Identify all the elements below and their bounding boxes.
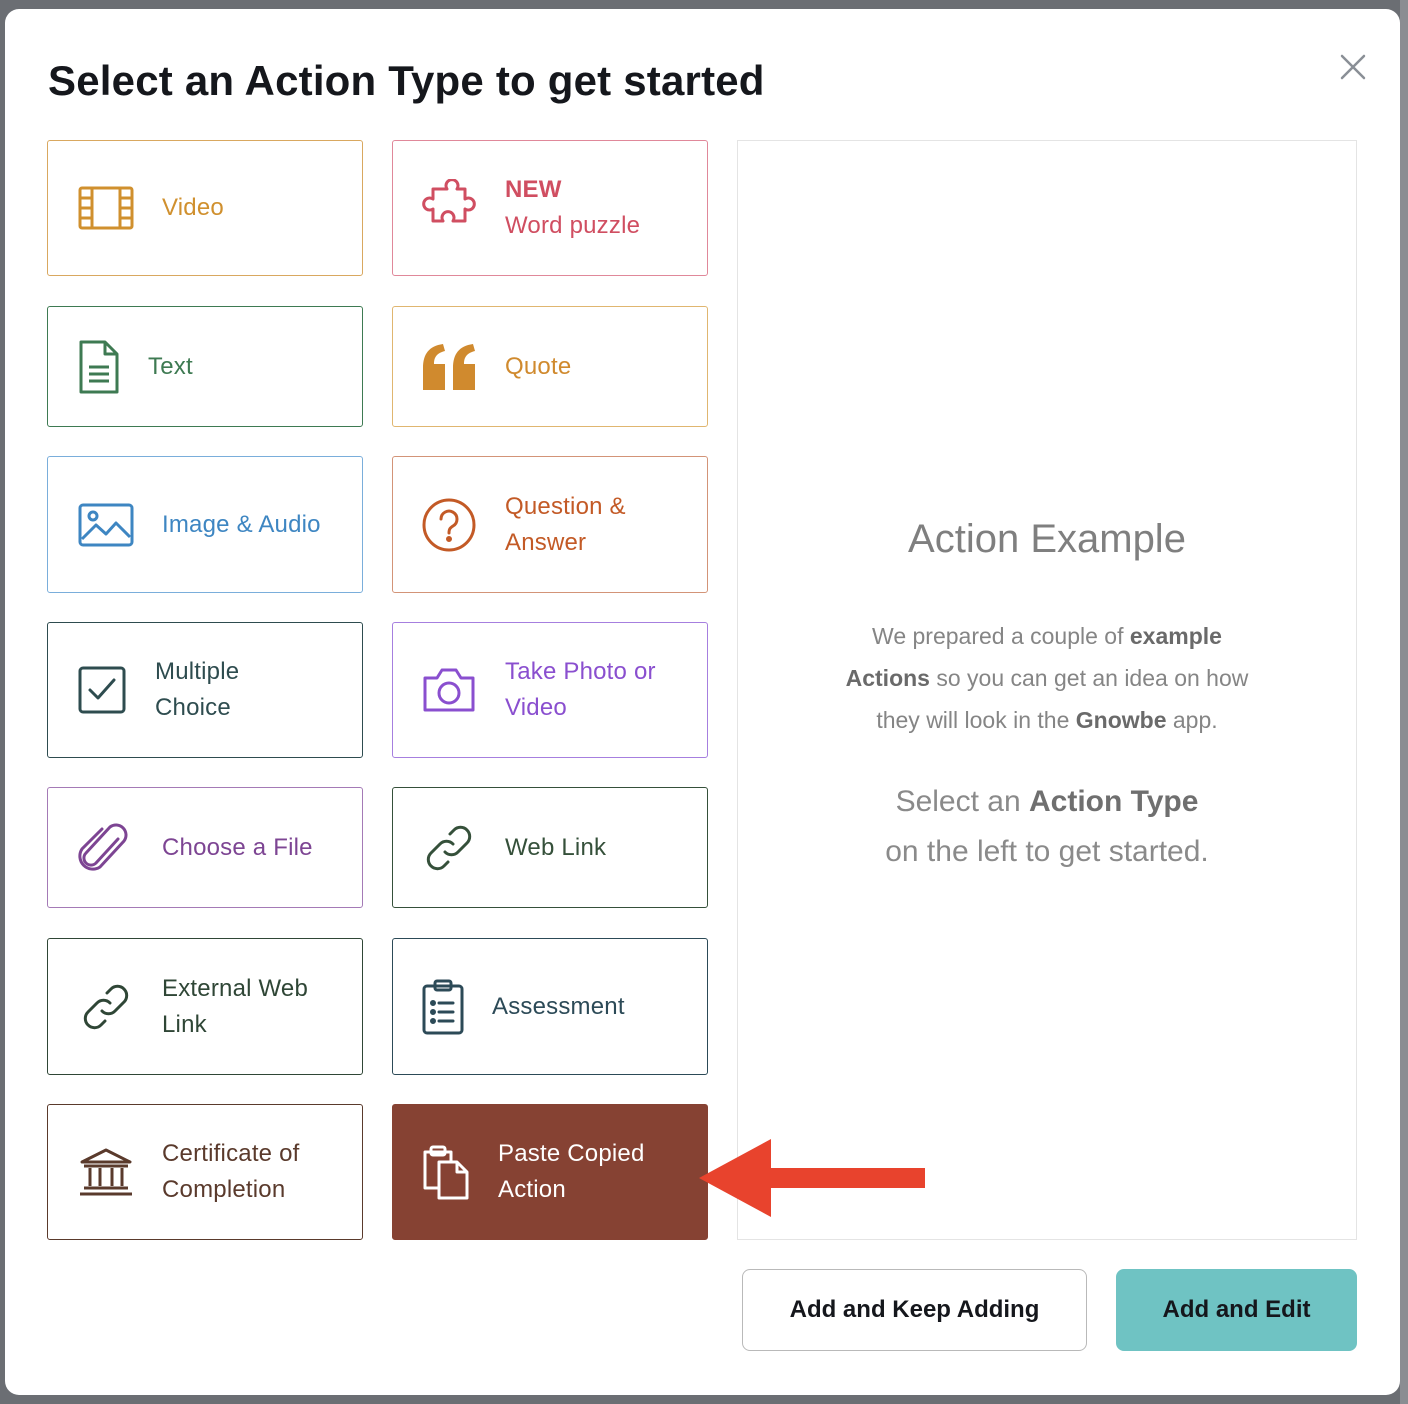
puzzle-icon xyxy=(421,179,479,237)
action-label-multiple-line1: Multiple xyxy=(155,658,240,685)
action-label-question-line1: Question & xyxy=(505,492,626,520)
action-label-certificate-line1: Certificate of xyxy=(162,1140,300,1167)
action-label-video: Video xyxy=(162,194,224,221)
action-card-multiple-choice[interactable]: Multiple Choice xyxy=(47,622,363,758)
action-type-modal: Select an Action Type to get started Vid… xyxy=(5,9,1400,1395)
question-circle-icon xyxy=(421,497,477,553)
clipboard-list-icon xyxy=(421,978,465,1036)
preview-hint-text-2: on the left to get started. xyxy=(885,835,1209,868)
action-label-external-line1: External Web xyxy=(162,974,309,1002)
action-label-web-link: Web Link xyxy=(505,833,607,861)
preview-desc-bold-1: example xyxy=(1129,623,1222,649)
action-card-video[interactable]: Video xyxy=(47,140,363,276)
clipboard-copy-icon xyxy=(421,1144,471,1200)
image-icon xyxy=(78,503,134,547)
action-card-question-answer[interactable]: Question & Answer xyxy=(392,456,708,593)
link-icon xyxy=(421,820,477,876)
action-card-certificate[interactable]: Certificate of Completion xyxy=(47,1104,363,1240)
institution-icon xyxy=(78,1146,134,1198)
action-label-text: Text xyxy=(148,352,193,380)
action-card-text[interactable]: Text xyxy=(47,306,363,427)
paperclip-icon xyxy=(78,819,130,877)
action-example-preview: Action Example We prepared a couple of e… xyxy=(737,140,1357,1240)
preview-desc-text-2: so you can get an idea on how xyxy=(929,665,1249,691)
preview-hint-bold: Action Type xyxy=(1028,785,1199,818)
action-label-choose-file: Choose a File xyxy=(162,833,313,861)
action-card-quote[interactable]: Quote xyxy=(392,306,708,427)
action-label-photo-line1: Take Photo or xyxy=(505,658,656,685)
preview-title: Action Example xyxy=(908,517,1186,561)
preview-desc-text-4: app. xyxy=(1166,707,1218,733)
action-card-assessment[interactable]: Assessment xyxy=(392,938,708,1075)
action-label-multiple-line2: Choice xyxy=(155,694,231,721)
preview-description: We prepared a couple of example Actions … xyxy=(798,615,1296,741)
preview-desc-text-3: they will look in the xyxy=(876,707,1076,733)
preview-desc-bold-3: Gnowbe xyxy=(1075,707,1167,733)
action-label-assessment: Assessment xyxy=(492,992,625,1020)
action-card-image-audio[interactable]: Image & Audio xyxy=(47,456,363,593)
action-card-choose-file[interactable]: Choose a File xyxy=(47,787,363,908)
close-button[interactable] xyxy=(1335,49,1371,85)
document-icon xyxy=(78,339,120,395)
external-link-icon xyxy=(78,979,134,1035)
action-card-take-photo[interactable]: Take Photo or Video xyxy=(392,622,708,758)
camera-icon xyxy=(421,666,477,714)
film-icon xyxy=(78,186,134,230)
action-label-paste-line2: Action xyxy=(498,1176,566,1203)
preview-desc-bold-2: Actions xyxy=(845,665,930,691)
action-label-quote: Quote xyxy=(505,352,572,380)
action-label-word-puzzle: Word puzzle xyxy=(505,212,641,239)
action-label-external-line2: Link xyxy=(162,1010,207,1038)
modal-title: Select an Action Type to get started xyxy=(48,57,765,104)
preview-hint-text-1: Select an xyxy=(895,785,1029,818)
close-icon xyxy=(1340,54,1366,80)
action-card-external-web-link[interactable]: External Web Link xyxy=(47,938,363,1075)
action-label-image-audio: Image & Audio xyxy=(162,510,321,538)
add-and-keep-adding-button[interactable]: Add and Keep Adding xyxy=(742,1269,1087,1351)
add-and-edit-button[interactable]: Add and Edit xyxy=(1116,1269,1357,1351)
action-label-paste-line1: Paste Copied xyxy=(498,1140,645,1167)
action-label-question-line2: Answer xyxy=(505,528,587,556)
checkbox-icon xyxy=(78,666,126,714)
action-card-paste-copied[interactable]: Paste Copied Action xyxy=(392,1104,708,1240)
annotation-arrow-icon xyxy=(699,1139,925,1217)
new-badge: NEW xyxy=(505,176,562,203)
backdrop xyxy=(1400,0,1408,1404)
action-label-photo-line2: Video xyxy=(505,694,567,721)
action-card-word-puzzle[interactable]: NEW Word puzzle xyxy=(392,140,708,276)
preview-hint: Select an Action Type on the left to get… xyxy=(778,777,1316,877)
action-label-certificate-line2: Completion xyxy=(162,1176,286,1203)
quote-icon xyxy=(421,342,479,392)
action-card-web-link[interactable]: Web Link xyxy=(392,787,708,908)
preview-desc-text-1: We prepared a couple of xyxy=(872,623,1130,649)
